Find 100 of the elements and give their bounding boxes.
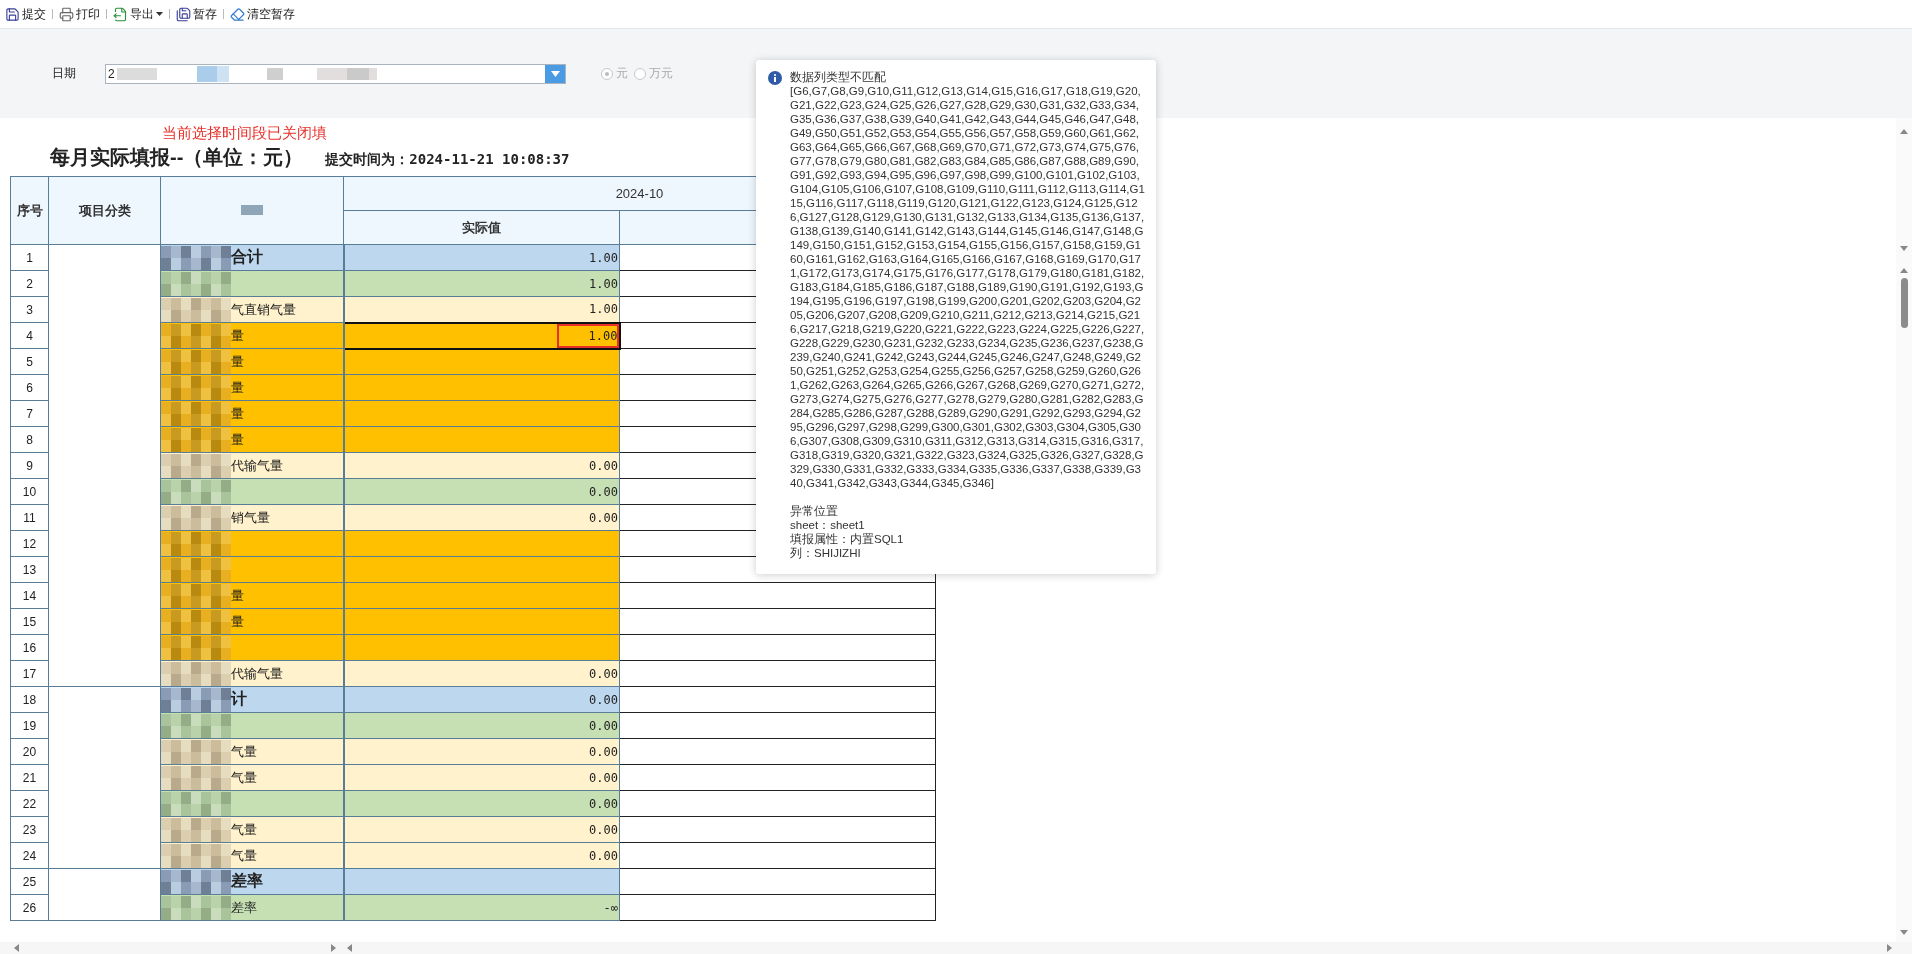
item-label: 代输气量 bbox=[231, 456, 283, 475]
value-cell[interactable] bbox=[343, 530, 620, 557]
row-number: 16 bbox=[10, 634, 49, 661]
row-number: 9 bbox=[10, 452, 49, 479]
item-label: 量 bbox=[231, 378, 244, 397]
blur-mosaic bbox=[161, 583, 231, 608]
value-cell[interactable]: 1.00 bbox=[343, 322, 620, 349]
printer-icon bbox=[59, 6, 74, 22]
row-number: 23 bbox=[10, 816, 49, 843]
save-icon bbox=[5, 6, 20, 22]
row-number: 13 bbox=[10, 556, 49, 583]
caret-icon bbox=[550, 70, 560, 77]
column-header: 项目分类 bbox=[48, 176, 161, 245]
value-cell[interactable] bbox=[343, 400, 620, 427]
row-number: 11 bbox=[10, 504, 49, 531]
value-cell[interactable] bbox=[343, 426, 620, 453]
error-highlight bbox=[556, 323, 619, 348]
item-label: 合计 bbox=[231, 247, 263, 267]
item-label: 气量 bbox=[231, 742, 257, 761]
item-label: 气量 bbox=[231, 846, 257, 865]
blur-mosaic bbox=[241, 205, 263, 215]
blur-mosaic bbox=[161, 323, 231, 348]
row-number: 10 bbox=[10, 478, 49, 505]
blur-mosaic bbox=[161, 375, 231, 400]
item-label: 气量 bbox=[231, 820, 257, 839]
blur-mosaic bbox=[161, 739, 231, 764]
item-label: 量 bbox=[231, 352, 244, 371]
row-number: 12 bbox=[10, 530, 49, 557]
toolbar-button[interactable]: 暂存 bbox=[173, 3, 220, 25]
save-icon bbox=[176, 6, 191, 22]
row-number: 25 bbox=[10, 868, 49, 895]
value-cell[interactable] bbox=[343, 582, 620, 609]
export-icon bbox=[113, 6, 128, 22]
row-number: 2 bbox=[10, 270, 49, 297]
row-number: 6 bbox=[10, 374, 49, 401]
row-number: 22 bbox=[10, 790, 49, 817]
item-label: 量 bbox=[231, 326, 244, 345]
value-cell[interactable]: 0.00 bbox=[343, 660, 620, 687]
value-cell[interactable]: 0.00 bbox=[343, 504, 620, 531]
toolbar-button[interactable]: 导出 bbox=[110, 3, 166, 25]
toolbar-button[interactable]: 提交 bbox=[2, 3, 49, 25]
value-cell[interactable]: 1.00 bbox=[343, 296, 620, 323]
value-cell[interactable]: 0.00 bbox=[343, 712, 620, 739]
notice-text: 当前选择时间段已关闭填 bbox=[162, 123, 327, 143]
value-cell[interactable] bbox=[343, 868, 620, 895]
tooltip-line: 列：SHIJIZHI bbox=[790, 546, 862, 560]
row-number: 1 bbox=[10, 244, 49, 271]
value-cell[interactable]: 0.00 bbox=[343, 478, 620, 505]
value-cell[interactable]: 0.00 bbox=[343, 738, 620, 765]
blur-mosaic bbox=[161, 843, 231, 868]
item-label: 量 bbox=[231, 586, 244, 605]
value-cell[interactable]: 1.00 bbox=[343, 244, 620, 271]
item-label: 销气量 bbox=[231, 508, 270, 527]
blur-mosaic bbox=[161, 453, 231, 478]
row-number: 7 bbox=[10, 400, 49, 427]
info-icon bbox=[768, 71, 782, 85]
value-cell[interactable]: 0.00 bbox=[343, 842, 620, 869]
report-title: 每月实际填报--（单位：元） bbox=[50, 145, 304, 170]
tooltip-line: 填报属性：内置SQL1 bbox=[790, 532, 905, 546]
value-cell[interactable]: -∞ bbox=[343, 894, 620, 921]
date-label: 日期 bbox=[52, 65, 77, 82]
value-cell[interactable]: 0.00 bbox=[343, 764, 620, 791]
value-cell[interactable] bbox=[343, 348, 620, 375]
blur-mosaic bbox=[161, 401, 231, 426]
value-cell[interactable]: 0.00 bbox=[343, 452, 620, 479]
blur-mosaic bbox=[161, 245, 231, 270]
item-label: 计 bbox=[231, 689, 247, 709]
tooltip-title: 数据列类型不匹配 bbox=[790, 70, 887, 84]
row-number: 8 bbox=[10, 426, 49, 453]
blur-mosaic bbox=[161, 609, 231, 634]
date-value: 2 bbox=[107, 66, 116, 81]
row-number: 3 bbox=[10, 296, 49, 323]
toolbar-button[interactable]: 打印 bbox=[56, 3, 103, 25]
value-cell[interactable]: 0.00 bbox=[343, 816, 620, 843]
value-cell[interactable] bbox=[343, 608, 620, 635]
row-number: 18 bbox=[10, 686, 49, 713]
row-number: 14 bbox=[10, 582, 49, 609]
value-cell[interactable]: 0.00 bbox=[343, 686, 620, 713]
vertical-scrollbar[interactable] bbox=[1896, 118, 1912, 942]
toolbar-button[interactable]: 清空暂存 bbox=[227, 3, 298, 25]
value-cell[interactable] bbox=[343, 374, 620, 401]
value-cell[interactable]: 0.00 bbox=[343, 790, 620, 817]
row-number: 20 bbox=[10, 738, 49, 765]
eraser-icon bbox=[230, 6, 245, 22]
value-cell[interactable]: 1.00 bbox=[343, 270, 620, 297]
blur-mosaic bbox=[161, 687, 231, 712]
value-cell[interactable] bbox=[343, 634, 620, 661]
blur-mosaic bbox=[161, 427, 231, 452]
item-label: 代输气量 bbox=[231, 664, 283, 683]
horizontal-scrollbar[interactable] bbox=[0, 942, 1912, 954]
item-label: 量 bbox=[231, 404, 244, 423]
row-number: 4 bbox=[10, 322, 49, 349]
date-dropdown[interactable]: 2 bbox=[105, 63, 566, 84]
column-header: 序号 bbox=[10, 176, 49, 245]
blur-mosaic bbox=[161, 661, 231, 686]
item-label: 量 bbox=[231, 430, 244, 449]
blur-mosaic bbox=[161, 531, 231, 556]
tooltip-heading: 异常位置 bbox=[790, 504, 839, 518]
value-cell[interactable] bbox=[343, 556, 620, 583]
blur-mosaic bbox=[161, 817, 231, 842]
